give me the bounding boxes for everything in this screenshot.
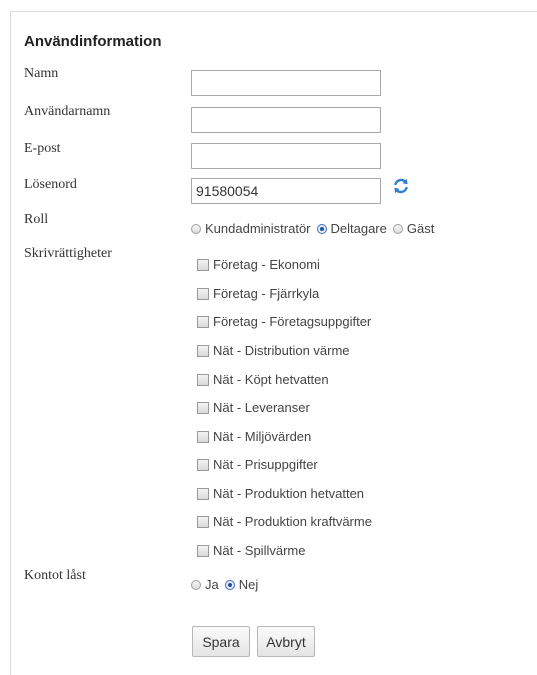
role-option-label: Deltagare bbox=[330, 221, 387, 236]
permission-item[interactable]: Företag - Ekonomi bbox=[197, 257, 320, 272]
checkbox[interactable] bbox=[197, 287, 209, 300]
role-radio-group: Kundadministratör Deltagare Gäst bbox=[191, 221, 440, 236]
refresh-icon[interactable] bbox=[391, 176, 411, 196]
permission-label: Nät - Distribution värme bbox=[213, 343, 350, 358]
permission-item[interactable]: Företag - Fjärrkyla bbox=[197, 286, 319, 301]
radio-button-selected[interactable] bbox=[224, 579, 235, 590]
permission-label: Nät - Spillvärme bbox=[213, 543, 306, 558]
permission-label: Nät - Miljövärden bbox=[213, 429, 312, 444]
checkbox[interactable] bbox=[197, 373, 209, 386]
name-label: Namn bbox=[24, 66, 59, 81]
permission-item[interactable]: Nät - Distribution värme bbox=[197, 343, 350, 358]
permission-label: Företag - Ekonomi bbox=[213, 257, 320, 272]
locked-option-label: Nej bbox=[238, 577, 259, 592]
permission-item[interactable]: Nät - Miljövärden bbox=[197, 429, 311, 444]
checkbox[interactable] bbox=[197, 458, 209, 471]
role-label: Roll bbox=[24, 212, 49, 227]
permission-label: Nät - Prisuppgifter bbox=[213, 457, 318, 472]
checkbox[interactable] bbox=[197, 515, 209, 528]
password-label: Lösenord bbox=[24, 177, 77, 192]
role-option-label: Gäst bbox=[406, 221, 435, 236]
permission-item[interactable]: Nät - Prisuppgifter bbox=[197, 457, 318, 472]
permission-item[interactable]: Nät - Produktion hetvatten bbox=[197, 486, 364, 501]
save-button[interactable]: Spara bbox=[192, 626, 250, 657]
permission-item[interactable]: Nät - Leveranser bbox=[197, 400, 310, 415]
permission-label: Nät - Köpt hetvatten bbox=[213, 372, 329, 387]
role-option-gast[interactable]: Gäst bbox=[392, 221, 435, 236]
radio-button[interactable] bbox=[191, 223, 201, 234]
locked-option-label: Ja bbox=[205, 577, 219, 592]
email-label: E-post bbox=[24, 141, 61, 156]
name-input[interactable] bbox=[191, 70, 381, 96]
permissions-label: Skrivrättigheter bbox=[24, 246, 112, 261]
role-option-kundadministrator[interactable]: Kundadministratör bbox=[191, 221, 311, 236]
form-title: Användinformation bbox=[24, 33, 162, 50]
checkbox[interactable] bbox=[197, 544, 209, 557]
permission-item[interactable]: Nät - Köpt hetvatten bbox=[197, 372, 329, 387]
password-input[interactable] bbox=[191, 178, 381, 204]
radio-button-selected[interactable] bbox=[316, 223, 327, 234]
checkbox[interactable] bbox=[197, 315, 209, 328]
locked-radio-group: Ja Nej bbox=[191, 577, 264, 592]
permission-label: Nät - Leveranser bbox=[213, 400, 310, 415]
role-option-label: Kundadministratör bbox=[205, 221, 311, 236]
cancel-button[interactable]: Avbryt bbox=[257, 626, 315, 657]
radio-button[interactable] bbox=[191, 579, 201, 590]
role-option-deltagare[interactable]: Deltagare bbox=[316, 221, 387, 236]
checkbox[interactable] bbox=[197, 344, 209, 357]
email-input[interactable] bbox=[191, 143, 381, 169]
checkbox[interactable] bbox=[197, 258, 209, 271]
checkbox[interactable] bbox=[197, 401, 209, 414]
locked-option-ja[interactable]: Ja bbox=[191, 577, 219, 592]
radio-button[interactable] bbox=[392, 223, 403, 234]
checkbox[interactable] bbox=[197, 430, 209, 443]
permission-label: Nät - Produktion hetvatten bbox=[213, 486, 365, 501]
locked-option-nej[interactable]: Nej bbox=[224, 577, 259, 592]
permission-label: Företag - Fjärrkyla bbox=[213, 286, 320, 301]
permission-label: Företag - Företagsuppgifter bbox=[213, 314, 372, 329]
checkbox[interactable] bbox=[197, 487, 209, 500]
username-label: Användarnamn bbox=[24, 104, 111, 119]
permission-item[interactable]: Nät - Spillvärme bbox=[197, 543, 305, 558]
permission-item[interactable]: Nät - Produktion kraftvärme bbox=[197, 514, 372, 529]
username-input[interactable] bbox=[191, 107, 381, 133]
permission-label: Nät - Produktion kraftvärme bbox=[213, 514, 372, 529]
permission-item[interactable]: Företag - Företagsuppgifter bbox=[197, 314, 371, 329]
locked-label: Kontot låst bbox=[24, 568, 86, 583]
